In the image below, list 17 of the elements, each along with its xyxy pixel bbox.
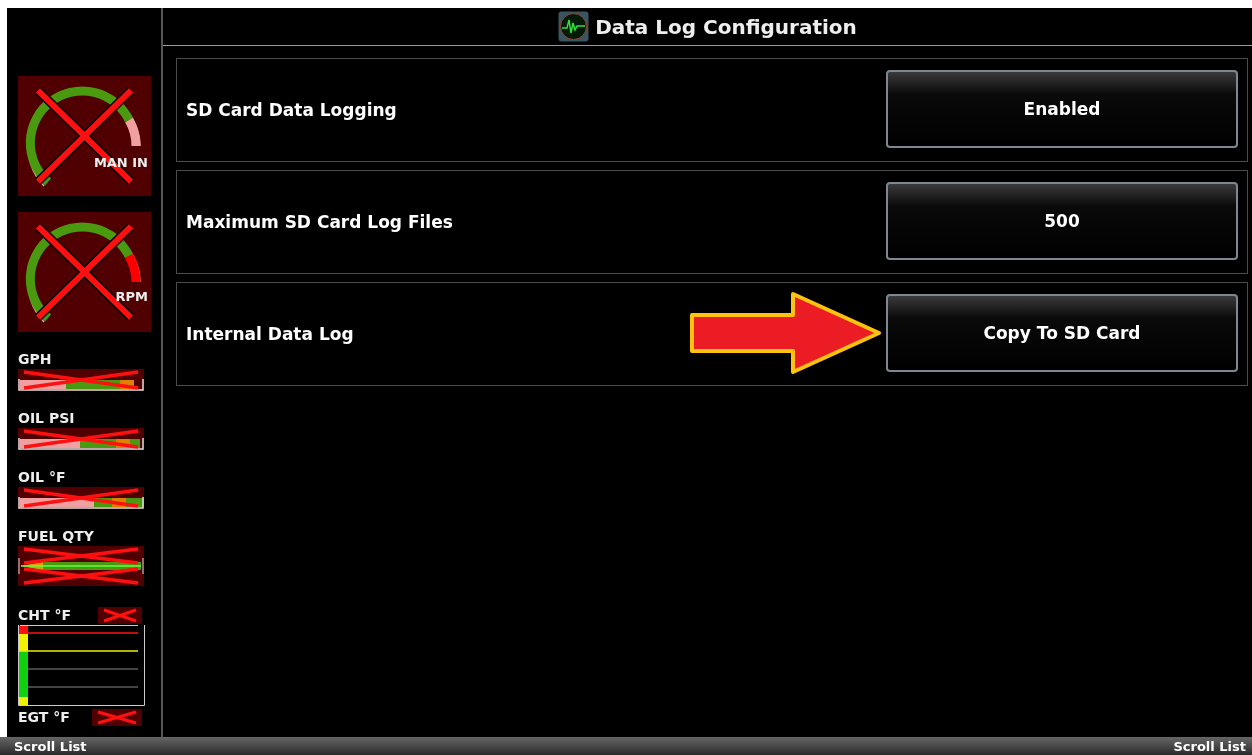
setting-value-button[interactable]: Enabled: [886, 69, 1238, 148]
softkey-label[interactable]: Scroll List: [14, 738, 87, 754]
gauge-label: OIL °F: [18, 469, 67, 486]
softkey-label[interactable]: Scroll List: [1173, 738, 1246, 754]
setting-label: SD Card Data Logging: [186, 100, 397, 120]
gauge-label: EGT °F: [18, 709, 70, 726]
data-log-icon: [558, 11, 590, 42]
setting-value-button[interactable]: 500: [886, 181, 1238, 260]
gauge-label: CHT °F: [18, 607, 71, 624]
setting-label: Maximum SD Card Log Files: [186, 212, 453, 232]
screen-title: Data Log Configuration: [595, 14, 857, 39]
gauge-label: FUEL QTY: [18, 528, 95, 545]
setting-value-button[interactable]: Copy To SD Card: [886, 293, 1238, 372]
gauge-label: GPH: [18, 351, 53, 368]
gauge-label: RPM: [115, 288, 148, 305]
gauge-label: OIL PSI: [18, 410, 76, 427]
setting-label: Internal Data Log: [186, 324, 354, 344]
